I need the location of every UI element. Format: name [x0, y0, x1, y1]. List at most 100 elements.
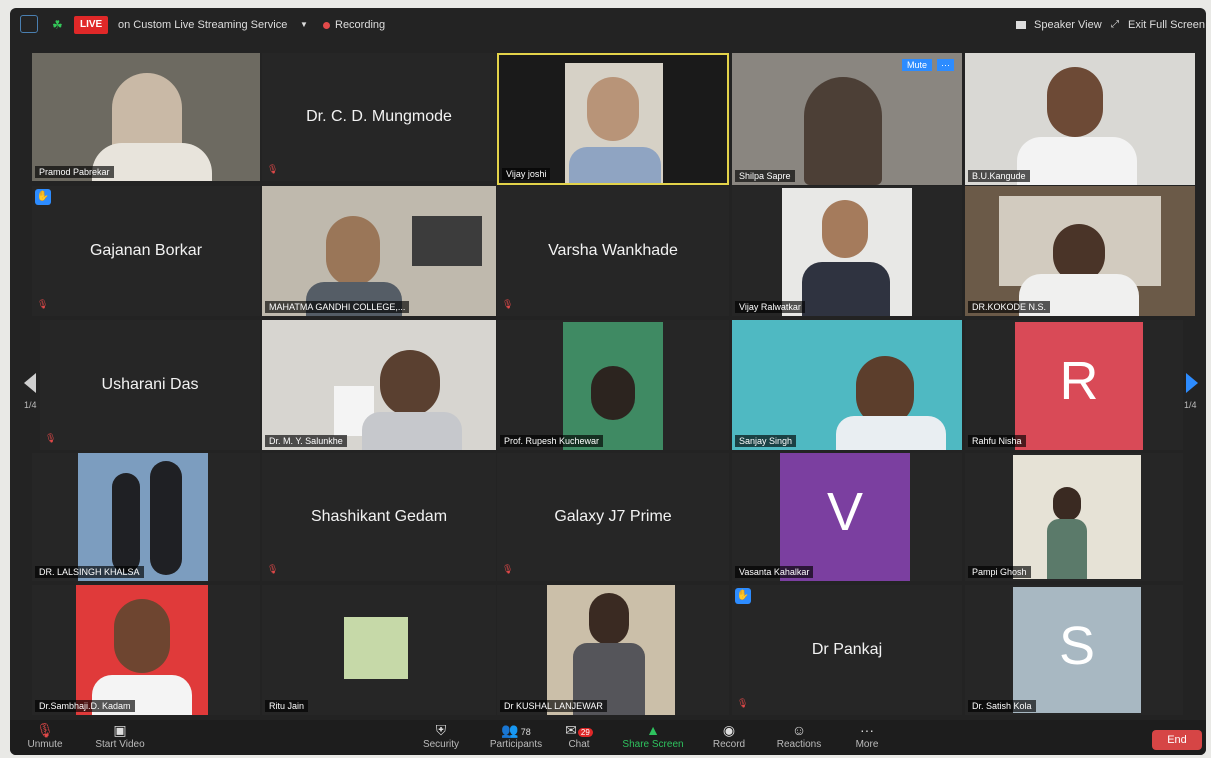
reactions-button[interactable]: ☺ Reactions: [764, 720, 834, 752]
participant-tile[interactable]: Pampi Ghosh: [965, 453, 1183, 581]
participant-video: [589, 593, 629, 645]
next-page-arrow[interactable]: [1186, 373, 1198, 393]
participant-tile[interactable]: Galaxy J7 Prime 🎙: [497, 453, 729, 581]
start-video-button[interactable]: ▣ Start Video: [80, 720, 160, 752]
end-button[interactable]: End: [1152, 730, 1202, 750]
more-options-icon[interactable]: ···: [937, 59, 954, 71]
participant-video: [326, 216, 380, 286]
gallery-grid: Pramod Pabrekar Dr. C. D. Mungmode 🎙 Vij…: [10, 8, 1206, 755]
participant-tile[interactable]: V Vasanta Kahalkar: [732, 453, 962, 581]
page-indicator-left: 1/4: [24, 400, 37, 410]
participant-tile[interactable]: Shashikant Gedam 🎙: [262, 453, 496, 581]
share-screen-button[interactable]: ▲ Share Screen: [618, 720, 688, 752]
muted-mic-icon: 🎙: [45, 433, 57, 443]
muted-mic-icon: 🎙: [36, 722, 54, 738]
participant-name: DR.KOKODE N.S.: [968, 301, 1051, 313]
participant-tile[interactable]: B.U.Kangude: [965, 53, 1195, 185]
unmute-label: Unmute: [27, 739, 63, 750]
security-button[interactable]: ⛨ Security: [406, 720, 476, 752]
participant-video: [1053, 487, 1081, 521]
participant-display-name: Dr Pankaj: [811, 641, 883, 658]
participant-video: [150, 461, 182, 575]
participant-tile[interactable]: Usharani Das 🎙: [40, 320, 260, 450]
meeting-controls-bar: 🎙 Unmute ▣ Start Video ⛨ Security 👥 78 Pa…: [10, 720, 1206, 755]
share-screen-icon: ▲: [646, 722, 660, 738]
participant-name: Vasanta Kahalkar: [735, 566, 814, 578]
participant-tile[interactable]: Sanjay Singh: [732, 320, 962, 450]
video-off-icon: ▣: [113, 722, 127, 738]
previous-page-arrow[interactable]: [24, 373, 36, 393]
participant-tile[interactable]: ✋ Dr Pankaj 🎙: [732, 585, 962, 715]
raised-hand-icon: ✋: [735, 588, 751, 604]
participant-tile[interactable]: MAHATMA GANDHI COLLEGE,...: [262, 186, 496, 316]
participant-tile[interactable]: Dr. C. D. Mungmode 🎙: [262, 53, 496, 181]
participant-video: [380, 350, 440, 416]
reactions-label: Reactions: [776, 739, 822, 750]
share-screen-label: Share Screen: [622, 739, 684, 750]
participant-name: Pampi Ghosh: [968, 566, 1031, 578]
record-button[interactable]: ◉ Record: [694, 720, 764, 752]
participant-name: Dr KUSHAL LANJEWAR: [500, 700, 607, 712]
security-label: Security: [422, 739, 460, 750]
chat-icon: ✉ 29: [544, 720, 614, 738]
participant-video: [802, 262, 890, 316]
muted-mic-icon: 🎙: [37, 299, 49, 309]
participant-name: Rahfu Nisha: [968, 435, 1026, 447]
participant-video: [114, 599, 170, 673]
raised-hand-icon: ✋: [35, 189, 51, 205]
participant-name: DR. LALSINGH KHALSA: [35, 566, 144, 578]
participant-tile[interactable]: Dr. M. Y. Salunkhe: [262, 320, 496, 450]
participant-video: [569, 147, 661, 183]
participant-tile[interactable]: R Rahfu Nisha: [965, 320, 1183, 450]
participant-name: Pramod Pabrekar: [35, 166, 114, 178]
record-icon: ◉: [722, 722, 736, 738]
participant-display-name: Galaxy J7 Prime: [554, 508, 672, 525]
participant-name: Prof. Rupesh Kuchewar: [500, 435, 604, 447]
participant-name: Shilpa Sapre: [735, 170, 795, 182]
unmute-button[interactable]: 🎙 Unmute: [10, 720, 80, 752]
muted-mic-icon: 🎙: [267, 164, 279, 174]
participant-video: [362, 412, 462, 450]
page-indicator-right: 1/4: [1184, 400, 1197, 410]
participant-video: [1047, 67, 1103, 137]
participant-video: [587, 77, 639, 141]
participant-tile[interactable]: Pramod Pabrekar: [32, 53, 260, 181]
more-label: More: [855, 739, 879, 750]
participant-tile[interactable]: Dr.Sambhaji.D. Kadam: [32, 585, 260, 715]
participant-video: [412, 216, 482, 266]
participant-name: B.U.Kangude: [968, 170, 1030, 182]
participants-count: 78: [520, 727, 531, 737]
participant-video: [78, 453, 208, 581]
participant-video: [822, 200, 868, 258]
participant-video: [344, 617, 408, 679]
more-button[interactable]: ··· More: [832, 720, 902, 752]
avatar-letter: V: [826, 482, 864, 542]
zoom-meeting-window: ☘ LIVE on Custom Live Streaming Service …: [10, 8, 1206, 755]
participant-tile[interactable]: Mute ··· Shilpa Sapre: [732, 53, 962, 185]
participant-tile[interactable]: Varsha Wankhade 🎙: [497, 186, 729, 316]
participant-tile-active-speaker[interactable]: Vijay joshi: [497, 53, 729, 185]
participant-tile[interactable]: Vijay Ralwatkar: [732, 186, 962, 316]
participant-tile[interactable]: Dr KUSHAL LANJEWAR: [497, 585, 729, 715]
participant-name: MAHATMA GANDHI COLLEGE,...: [265, 301, 410, 313]
participant-name: Ritu Jain: [265, 700, 309, 712]
participant-tile[interactable]: ✋ Gajanan Borkar 🎙: [32, 186, 260, 316]
participant-tile[interactable]: Ritu Jain: [262, 585, 496, 715]
participant-video: [804, 77, 882, 185]
participant-tile[interactable]: S Dr. Satish Kola: [965, 585, 1183, 715]
participant-name: Vijay joshi: [502, 168, 551, 180]
participant-tile[interactable]: DR.KOKODE N.S.: [965, 186, 1195, 316]
participant-tile[interactable]: DR. LALSINGH KHALSA: [32, 453, 260, 581]
chat-button[interactable]: ✉ 29 Chat: [544, 720, 614, 752]
participant-display-name: Dr. C. D. Mungmode: [306, 108, 452, 125]
participant-tile[interactable]: Prof. Rupesh Kuchewar: [497, 320, 729, 450]
mute-button[interactable]: Mute: [901, 59, 932, 71]
participant-video: [1017, 137, 1137, 185]
participant-name: Vijay Ralwatkar: [735, 301, 805, 313]
record-label: Record: [712, 739, 746, 750]
participant-video: [836, 416, 946, 450]
participant-name: Dr.Sambhaji.D. Kadam: [35, 700, 135, 712]
participant-display-name: Varsha Wankhade: [548, 242, 678, 259]
smiley-icon: ☺: [791, 722, 807, 738]
participant-name: Dr. M. Y. Salunkhe: [265, 435, 347, 447]
